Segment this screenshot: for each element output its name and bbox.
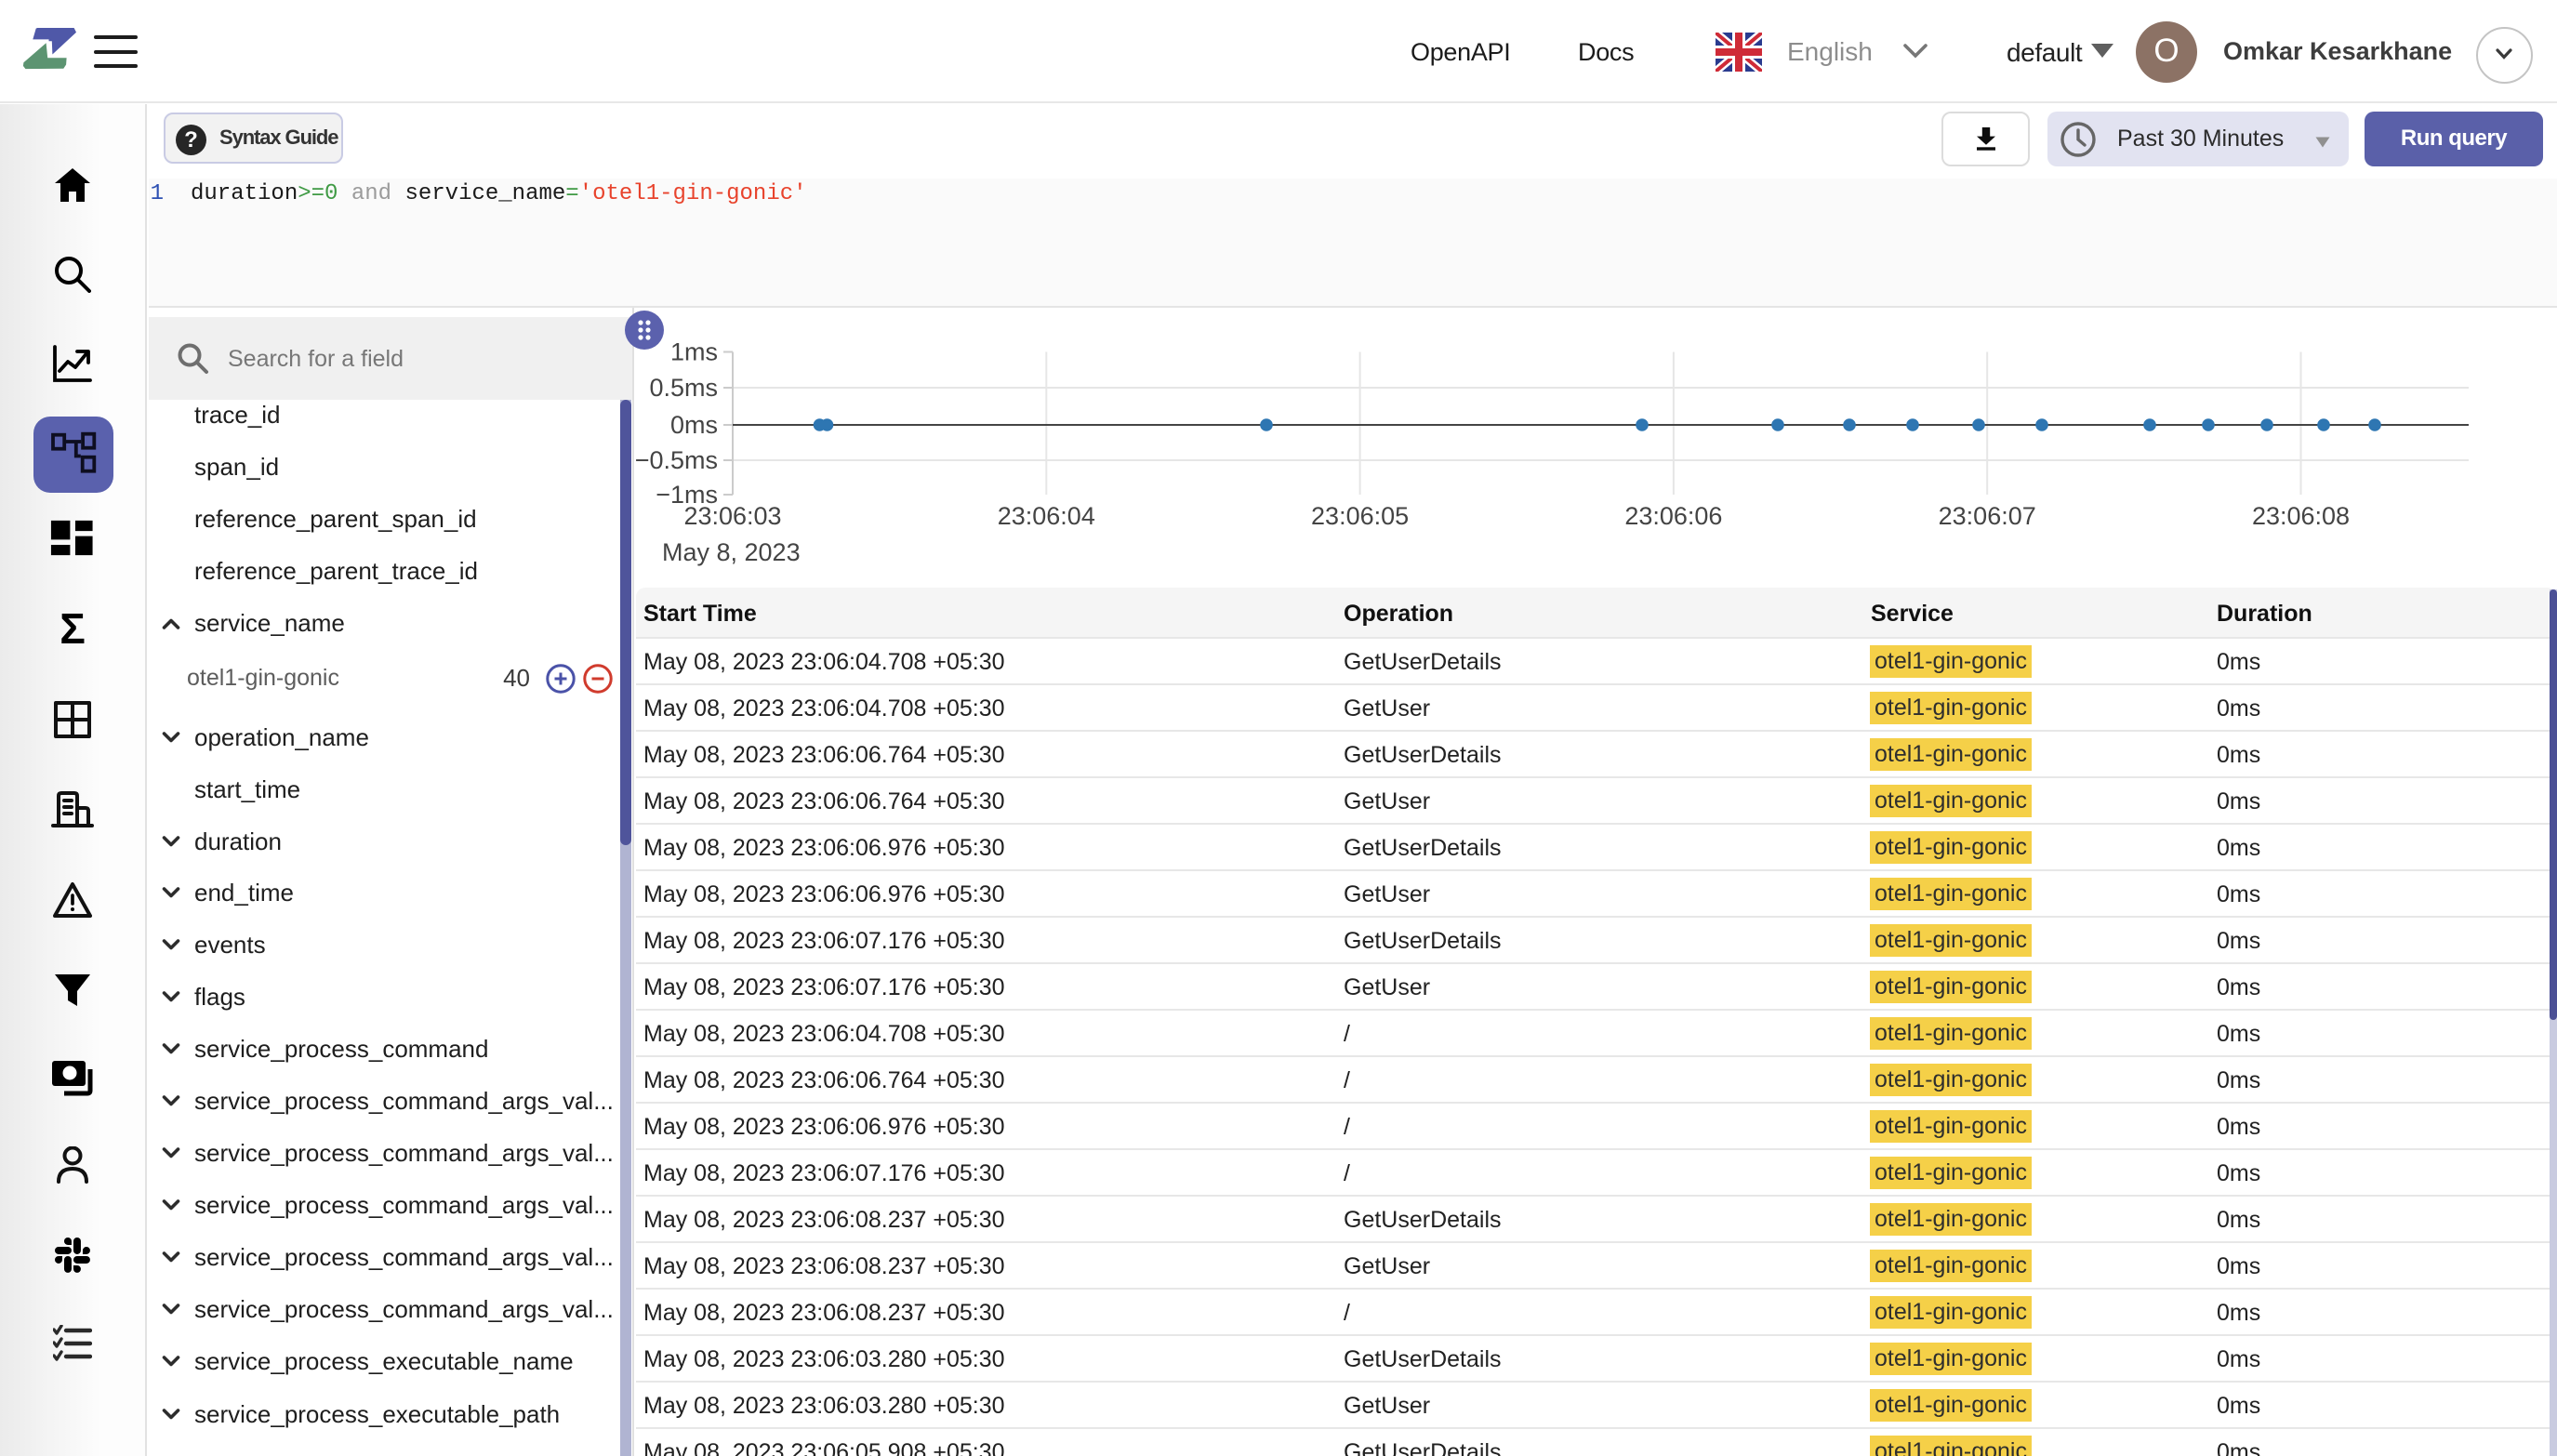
svg-text:23:06:03: 23:06:03 (683, 502, 781, 530)
svg-text:23:06:04: 23:06:04 (998, 502, 1095, 530)
svg-text:1ms: 1ms (670, 338, 718, 366)
svg-text:0ms: 0ms (670, 411, 718, 439)
svg-text:Σ: Σ (60, 612, 86, 653)
svg-text:May 8, 2023: May 8, 2023 (662, 538, 801, 566)
svg-text:23:06:06: 23:06:06 (1624, 502, 1722, 530)
svg-text:−0.5ms: −0.5ms (636, 446, 718, 474)
svg-text:23:06:05: 23:06:05 (1311, 502, 1409, 530)
svg-text:0.5ms: 0.5ms (649, 374, 718, 402)
svg-text:23:06:08: 23:06:08 (2252, 502, 2350, 530)
svg-text:23:06:07: 23:06:07 (1939, 502, 2036, 530)
